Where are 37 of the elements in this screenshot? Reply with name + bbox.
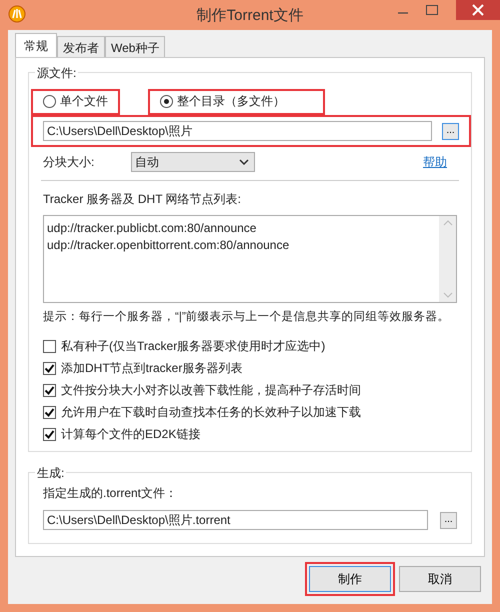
tracker-list-label: Tracker 服务器及 DHT 网络节点列表: — [43, 191, 242, 208]
checkbox-label: 文件按分块大小对齐以改善下载性能，提高种子存活时间 — [61, 382, 361, 399]
checkbox-label: 计算每个文件的ED2K链接 — [61, 426, 200, 443]
checkbox[interactable] — [43, 384, 56, 397]
checkbox[interactable] — [43, 428, 56, 441]
help-link[interactable]: 帮助 — [423, 154, 447, 170]
chevron-down-icon — [239, 159, 249, 165]
maximize-icon[interactable] — [426, 5, 438, 15]
radio-button[interactable] — [43, 95, 56, 108]
radio-button[interactable] — [160, 95, 173, 108]
close-button[interactable] — [456, 0, 500, 20]
output-path-field[interactable]: C:\Users\Dell\Desktop\照片.torrent — [43, 510, 428, 530]
dialog-button[interactable]: 制作 — [309, 566, 391, 592]
checkbox[interactable] — [43, 406, 56, 419]
checkbox-label: 允许用户在下载时自动查找本任务的长效种子以加速下载 — [61, 404, 361, 421]
checkbox[interactable] — [43, 362, 56, 375]
tracker-list-field[interactable]: udp://tracker.publicbt.com:80/announce udp://tracker.openbittorrent.com:80/announce — [43, 215, 457, 303]
radio-label: 单个文件 — [60, 93, 108, 110]
checkbox-label: 私有种子(仅当Tracker服务器要求使用时才应选中) — [61, 338, 326, 355]
group-label: 源文件: — [35, 65, 78, 82]
tab[interactable]: Web种子 — [105, 36, 166, 57]
app-logo-icon — [8, 5, 26, 23]
tab[interactable]: 发布者 — [57, 36, 105, 57]
hint-text: 提示：每行一个服务器，“|”前缀表示与上一个是信息共享的同组等效服务器。 — [43, 309, 451, 324]
path-field[interactable]: C:\Users\Dell\Desktop\照片 — [43, 121, 432, 141]
piece-size-label: 分块大小: — [43, 154, 96, 170]
checkbox[interactable] — [43, 340, 56, 353]
tab[interactable]: 常规 — [15, 33, 57, 57]
window-title: 制作Torrent文件 — [196, 6, 304, 24]
close-icon — [472, 4, 484, 16]
piece-size-dropdown[interactable]: 自动 — [131, 152, 255, 172]
browse-button[interactable]: ... — [442, 122, 459, 140]
dialog-button[interactable]: 取消 — [399, 566, 481, 592]
output-file-label: 指定生成的.torrent文件： — [43, 485, 178, 502]
radio-label: 整个目录（多文件） — [177, 93, 285, 110]
browse-button[interactable]: ... — [440, 512, 457, 528]
checkbox-label: 添加DHT节点到tracker服务器列表 — [61, 360, 242, 377]
